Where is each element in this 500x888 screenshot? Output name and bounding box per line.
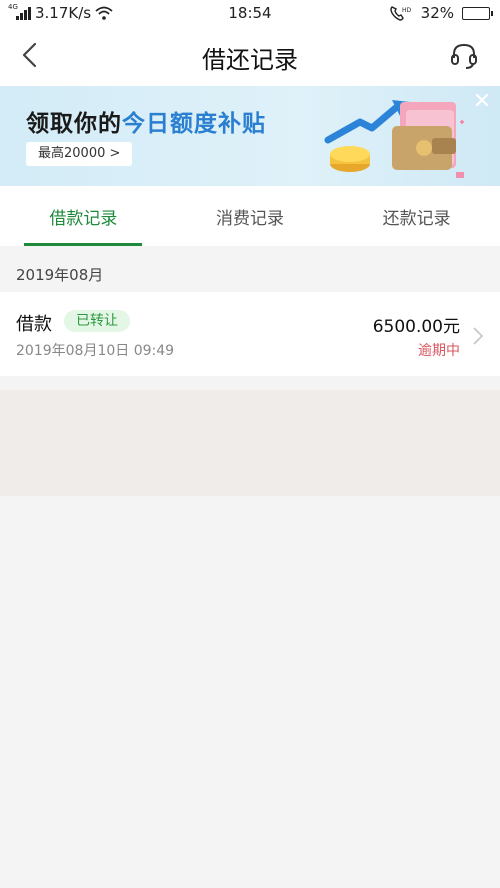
chevron-right-icon xyxy=(473,327,484,345)
hd-call-icon: HD xyxy=(389,6,412,21)
battery-percent: 32% xyxy=(420,4,454,22)
banner-cta-button[interactable]: 最高20000 > xyxy=(26,142,133,166)
battery-icon xyxy=(462,6,493,20)
tab-loan-records[interactable]: 借款记录 xyxy=(0,186,167,246)
month-header: 2019年08月 xyxy=(16,266,104,284)
headset-icon[interactable] xyxy=(448,40,480,72)
wallet-coins-icon xyxy=(324,100,464,178)
svg-text:HD: HD xyxy=(402,7,412,14)
close-icon[interactable] xyxy=(474,92,490,108)
tab-consumption-records[interactable]: 消费记录 xyxy=(167,186,334,246)
record-tabs: 借款记录 消费记录 还款记录 xyxy=(0,186,500,246)
record-date: 2019年08月10日 09:49 xyxy=(16,343,175,359)
status-bar: 4G 3.17K/s 18:54 HD 32% xyxy=(0,0,500,26)
banner-title: 领取你的今日额度补贴 xyxy=(26,104,266,138)
record-status: 逾期中 xyxy=(418,343,460,359)
status-right: HD 32% xyxy=(389,4,493,22)
empty-area xyxy=(0,390,500,496)
page-title: 借还记录 xyxy=(202,46,298,74)
tab-repayment-records[interactable]: 还款记录 xyxy=(333,186,500,246)
record-amount: 6500.00元 xyxy=(372,317,460,337)
banner-title-prefix: 领取你的 xyxy=(26,111,122,137)
promo-banner[interactable]: 领取你的今日额度补贴 最高20000 > xyxy=(0,86,500,186)
status-badge: 已转让 xyxy=(64,310,130,332)
list-item[interactable]: 借款 已转让 2019年08月10日 09:49 6500.00元 逾期中 xyxy=(0,292,500,376)
record-type: 借款 xyxy=(16,314,52,335)
banner-title-highlight: 今日额度补贴 xyxy=(122,111,266,137)
nav-bar: 借还记录 xyxy=(0,26,500,86)
